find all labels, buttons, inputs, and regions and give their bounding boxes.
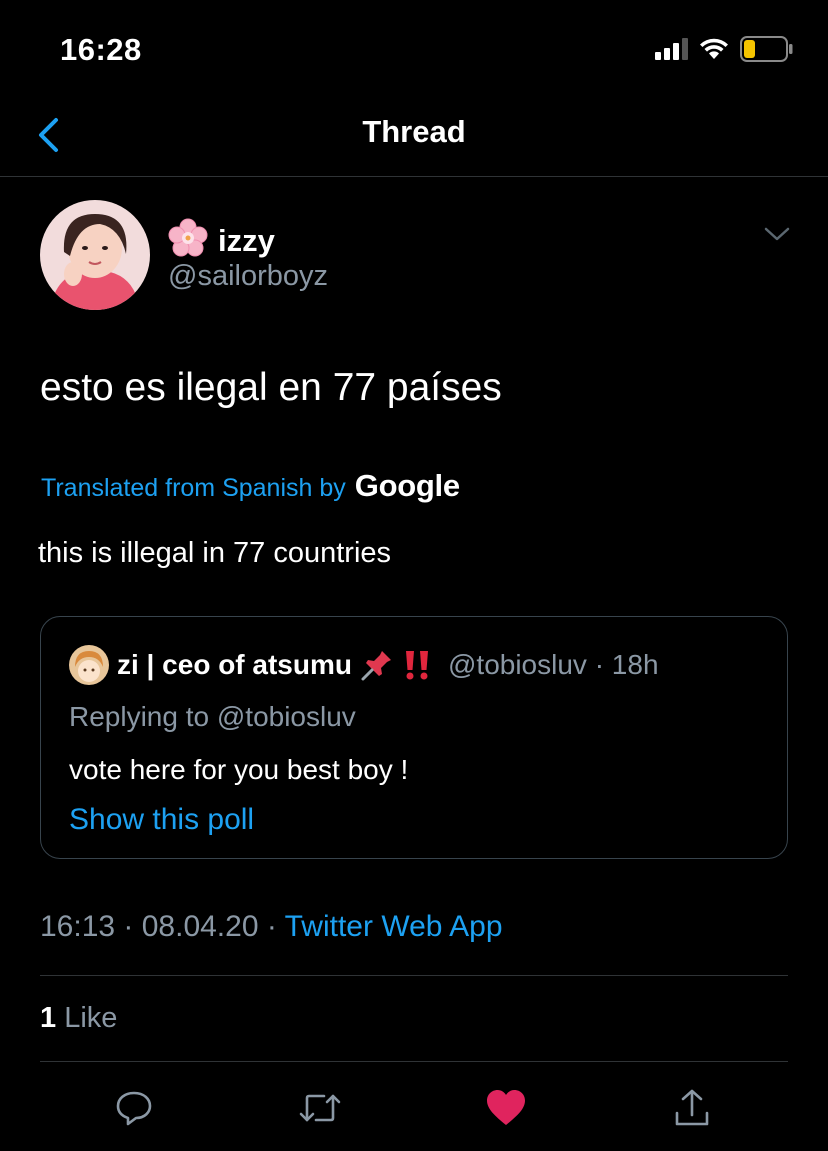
like-button[interactable] xyxy=(478,1080,534,1136)
quoted-tweet-header: zi | ceo of atsumu @tobiosluv · 18h xyxy=(69,645,659,685)
author-name-row[interactable]: izzy xyxy=(168,218,275,263)
quoted-author-name: zi | ceo of atsumu xyxy=(117,649,352,680)
like-count-label: Like xyxy=(56,1002,118,1034)
wifi-icon xyxy=(700,38,728,59)
cherry-blossom-emoji xyxy=(168,218,208,263)
tweet-source-link[interactable]: Twitter Web App xyxy=(285,910,503,943)
author-avatar[interactable] xyxy=(40,200,150,310)
tweet-meta: 16:13 · 08.04.20 · Twitter Web App xyxy=(40,910,503,944)
chevron-down-icon xyxy=(764,227,790,241)
quoted-author-avatar xyxy=(69,645,109,685)
double-exclamation-emoji xyxy=(402,648,432,682)
show-poll-link[interactable]: Show this poll xyxy=(69,803,254,837)
divider xyxy=(40,975,788,976)
tweet-action-bar xyxy=(0,1080,828,1140)
translated-text: this is illegal in 77 countries xyxy=(38,537,392,569)
author-display-name: izzy xyxy=(218,222,275,258)
reply-button[interactable] xyxy=(106,1080,162,1136)
tweet-options-button[interactable] xyxy=(764,226,790,247)
author-handle[interactable]: @sailorboyz xyxy=(168,260,328,293)
quoted-handle-time: @tobiosluv · 18h xyxy=(447,649,659,680)
tweet-timestamp: 16:13 · 08.04.20 · xyxy=(40,910,285,943)
status-icons xyxy=(655,36,794,62)
quoted-tweet-text: vote here for you best boy ! xyxy=(69,754,409,785)
google-logo: Google xyxy=(354,468,460,503)
tweet-author: izzy @sailorboyz xyxy=(40,200,790,315)
share-button[interactable] xyxy=(664,1080,720,1136)
retweet-icon xyxy=(299,1094,341,1122)
battery-icon xyxy=(740,36,793,62)
page-title: Thread xyxy=(362,114,466,149)
status-time: 16:28 xyxy=(60,32,142,67)
quoted-tweet[interactable]: zi | ceo of atsumu @tobiosluv · 18h Repl… xyxy=(40,616,788,859)
cellular-signal-icon xyxy=(655,38,688,60)
nav-header: Thread xyxy=(0,100,828,177)
share-icon xyxy=(675,1089,709,1126)
retweet-button[interactable] xyxy=(292,1080,348,1136)
like-count[interactable]: 1 Like xyxy=(40,1002,117,1035)
like-count-number: 1 xyxy=(40,1002,57,1034)
divider xyxy=(40,1061,788,1062)
reply-icon xyxy=(116,1091,152,1126)
tweet-text: esto es ilegal en 77 países xyxy=(40,366,502,409)
heart-icon xyxy=(487,1090,525,1125)
status-bar: 16:28 xyxy=(0,0,828,100)
pushpin-emoji xyxy=(360,648,394,682)
replying-to: Replying to @tobiosluv xyxy=(69,701,356,732)
translation-attribution[interactable]: Translated from Spanish by Google xyxy=(41,468,460,504)
translated-label: Translated from Spanish by xyxy=(41,474,346,502)
